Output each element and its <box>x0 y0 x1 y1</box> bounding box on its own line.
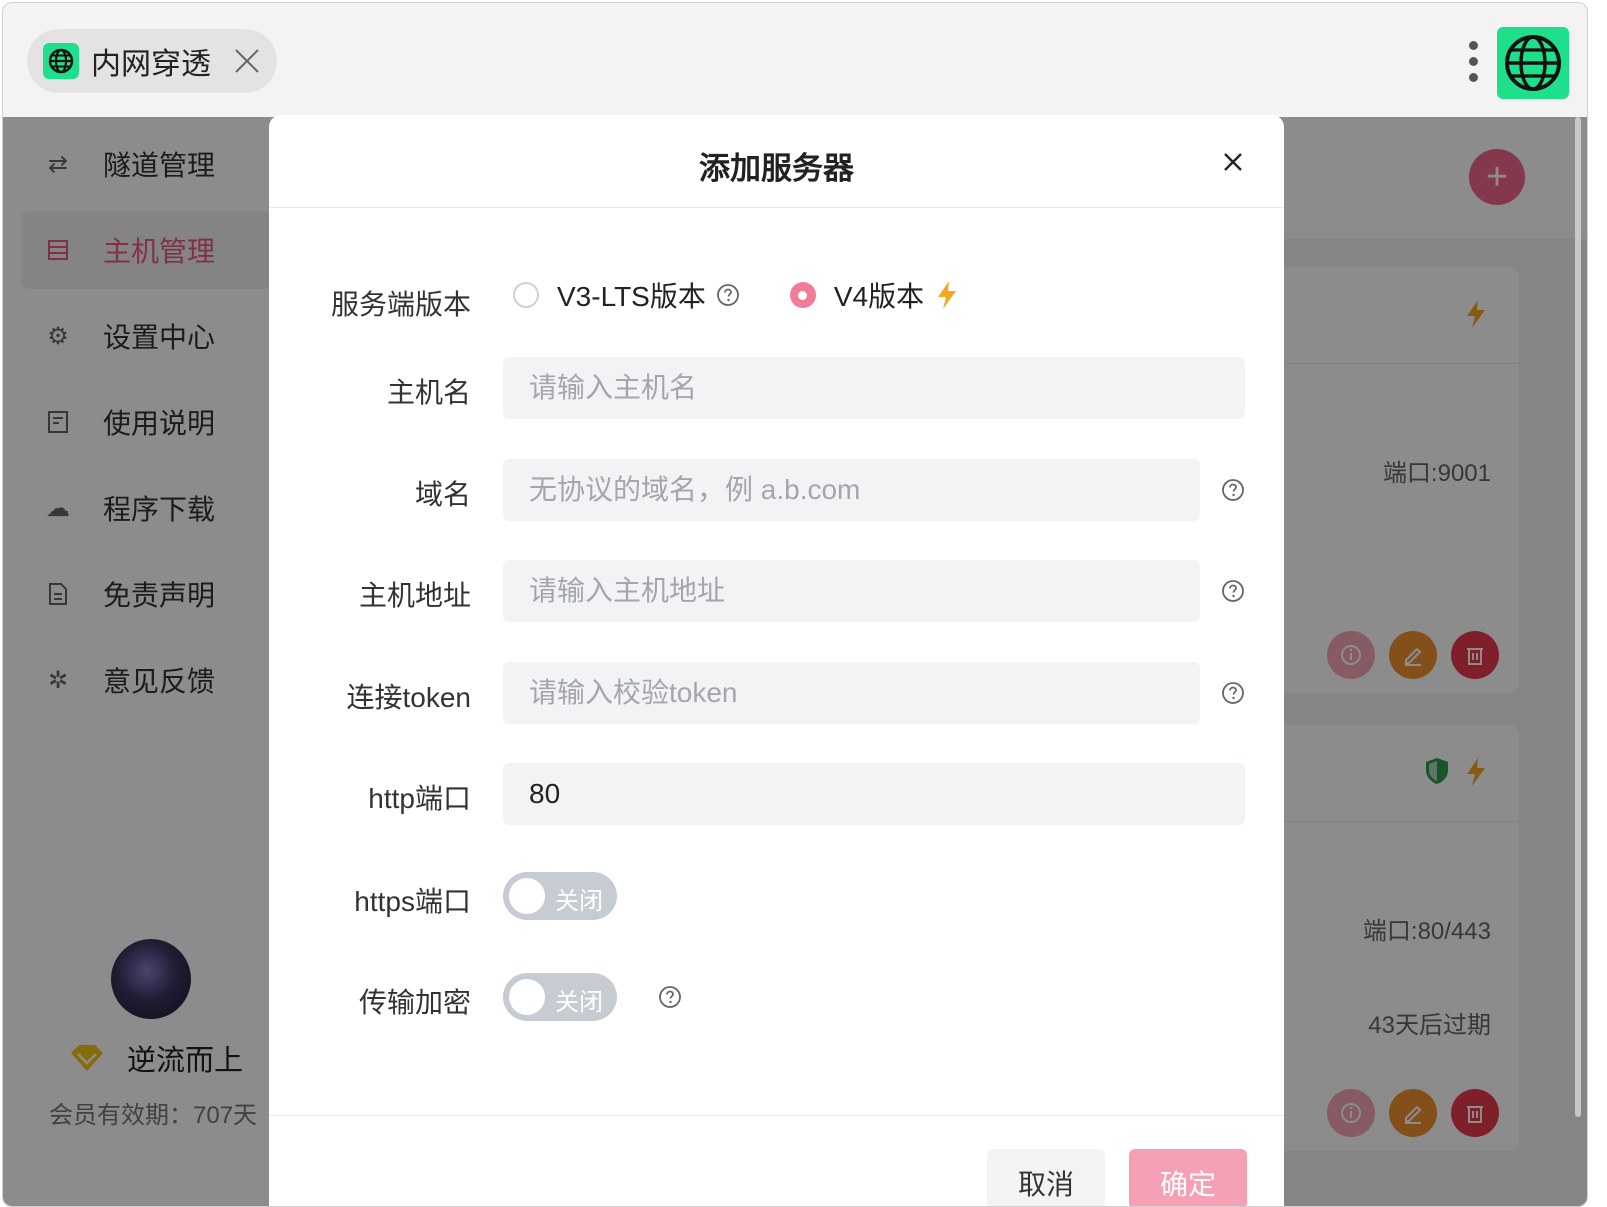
encryption-toggle[interactable]: 关闭 <box>503 973 617 1021</box>
close-icon[interactable] <box>1220 149 1246 175</box>
tab-label: 内网穿透 <box>91 48 211 81</box>
tab-intranet-penetration[interactable]: 内网穿透 <box>27 29 277 93</box>
field-label: 服务端版本 <box>330 289 471 320</box>
toggle-text: 关闭 <box>555 888 603 915</box>
server-version-radio-group: V3-LTS版本 V4版本 <box>513 275 958 315</box>
radio-label-v4[interactable]: V4版本 <box>834 275 924 315</box>
divider <box>269 207 1284 208</box>
http-port-input[interactable] <box>503 763 1245 825</box>
scrollbar[interactable] <box>1573 117 1585 1117</box>
cancel-button[interactable]: 取消 <box>987 1149 1105 1206</box>
add-server-dialog: 添加服务器 服务端版本 V3-LTS版本 V4版本 主机名 请输入主机名 域名 … <box>269 115 1284 1206</box>
help-icon[interactable] <box>1221 681 1245 705</box>
divider <box>269 1115 1284 1116</box>
toggle-knob <box>509 979 545 1015</box>
help-icon[interactable] <box>1221 579 1245 603</box>
token-input[interactable] <box>503 662 1200 724</box>
https-port-row: https端口 关闭 <box>269 872 1284 936</box>
radio-v4[interactable] <box>789 282 816 308</box>
title-bar: 内网穿透 <box>3 3 1587 117</box>
help-icon[interactable] <box>1221 478 1245 502</box>
server-version-row: 服务端版本 V3-LTS版本 V4版本 <box>269 269 1284 333</box>
scrollbar-thumb[interactable] <box>1575 117 1581 1117</box>
host-address-input[interactable] <box>503 560 1200 622</box>
confirm-button[interactable]: 确定 <box>1129 1149 1247 1206</box>
domain-row: 域名 <box>269 459 1284 523</box>
field-label: 域名 <box>414 479 471 510</box>
encryption-row: 传输加密 关闭 <box>269 973 1284 1037</box>
domain-input[interactable] <box>503 459 1200 521</box>
bolt-icon <box>936 280 958 310</box>
field-label: https端口 <box>354 886 471 917</box>
toggle-knob <box>509 878 545 914</box>
token-row: 连接token <box>269 662 1284 726</box>
app-window: 内网穿透 ⇄ 隧道管理 主机管理 ⚙ 设置中心 使用说明 ☁ 程序下载 免责声明… <box>2 2 1588 1207</box>
field-label: 连接token <box>346 682 472 713</box>
globe-icon <box>43 43 79 79</box>
radio-label-v3-lts[interactable]: V3-LTS版本 <box>557 275 706 315</box>
field-label: http端口 <box>368 783 471 814</box>
https-port-toggle[interactable]: 关闭 <box>503 872 617 920</box>
field-label: 传输加密 <box>358 987 471 1018</box>
field-label: 主机地址 <box>358 580 471 611</box>
toggle-text: 关闭 <box>555 989 603 1016</box>
close-tab-icon[interactable] <box>233 47 261 75</box>
field-label: 主机名 <box>386 377 471 408</box>
globe-logo-icon[interactable] <box>1497 27 1569 99</box>
hostname-row: 主机名 <box>269 357 1284 421</box>
help-icon[interactable] <box>658 985 682 1009</box>
more-menu-icon[interactable] <box>1469 41 1479 83</box>
dialog-title: 添加服务器 <box>699 151 854 186</box>
hostname-input[interactable] <box>503 357 1245 419</box>
help-icon[interactable] <box>716 283 740 307</box>
radio-v3-lts[interactable] <box>513 282 539 308</box>
http-port-row: http端口 <box>269 763 1284 827</box>
host-address-row: 主机地址 <box>269 560 1284 624</box>
